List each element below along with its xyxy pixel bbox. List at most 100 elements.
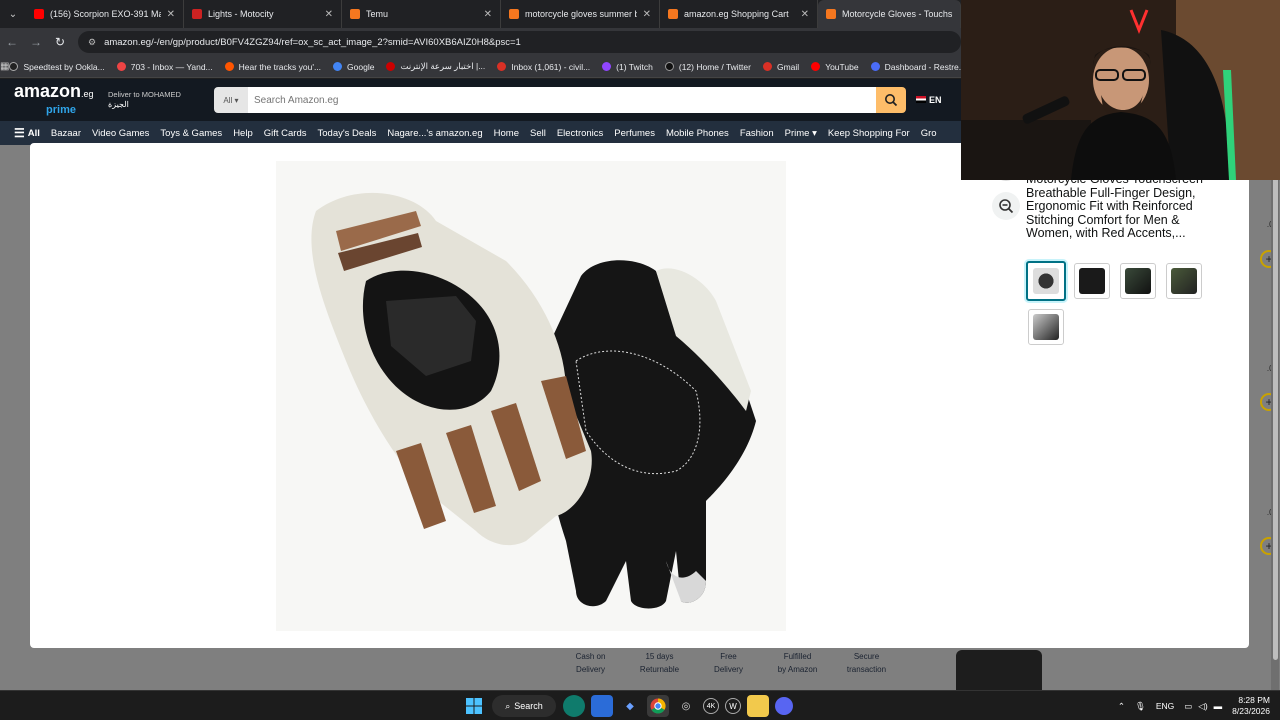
discord-icon[interactable] xyxy=(775,697,793,715)
nav-item[interactable]: Help xyxy=(233,128,253,139)
system-tray: ⌃ 🎙 ENG ▭ ◁) ▬ 8:28 PM 8/23/2026 xyxy=(1118,691,1270,720)
browser-tab[interactable]: Temu ✕ xyxy=(342,0,501,28)
zoom-out-button[interactable] xyxy=(992,192,1020,220)
browser-tab[interactable]: amazon.eg Shopping Cart ✕ xyxy=(660,0,818,28)
language-selector[interactable]: EN xyxy=(916,95,942,105)
deliver-to[interactable]: Deliver to MOHAMED الجيزة xyxy=(108,90,204,110)
back-arrow-icon[interactable]: ← xyxy=(0,35,24,49)
close-icon[interactable]: ✕ xyxy=(484,9,492,20)
nav-item[interactable]: Home xyxy=(494,128,519,139)
thumbnail-image xyxy=(1033,314,1059,340)
taskbar-search[interactable]: ⌕ Search xyxy=(492,695,556,717)
bookmark-label: Speedtest by Ookla... xyxy=(23,61,105,72)
bookmark[interactable]: 703 - Inbox — Yand... xyxy=(116,62,213,72)
amazon-logo[interactable]: amazon.eg prime xyxy=(14,82,94,118)
bookmarks-bar: ▦ Speedtest by Ookla... 703 - Inbox — Ya… xyxy=(0,56,966,78)
badge-line1: Fulfilled xyxy=(783,652,812,661)
nav-item[interactable]: Video Games xyxy=(92,128,149,139)
thumbnail[interactable] xyxy=(1028,309,1064,345)
volume-icon[interactable]: ◁) xyxy=(1198,701,1207,712)
browser-tab[interactable]: Lights - Motocity ✕ xyxy=(184,0,342,28)
chevron-up-icon[interactable]: ⌃ xyxy=(1118,701,1125,712)
network-icon[interactable]: ▭ xyxy=(1184,701,1192,712)
bookmark-label: Google xyxy=(347,61,375,72)
nav-item[interactable]: Perfumes xyxy=(614,128,655,139)
nav-item[interactable]: Toys & Games xyxy=(160,128,222,139)
nav-item[interactable]: Keep Shopping For xyxy=(828,128,910,139)
browser-tab[interactable]: (156) Scorpion EXO-391 Matt B ✕ xyxy=(26,0,184,28)
deliver-line1: Deliver to MOHAMED xyxy=(108,90,181,99)
close-icon[interactable]: ✕ xyxy=(167,9,175,20)
clock[interactable]: 8:28 PM 8/23/2026 xyxy=(1232,695,1270,717)
battery-icon[interactable]: ▬ xyxy=(1214,701,1223,711)
scrollbar-thumb[interactable] xyxy=(1273,160,1278,660)
youtube-icon xyxy=(34,9,44,19)
close-icon[interactable]: ✕ xyxy=(643,9,651,20)
badge-line2: by Amazon xyxy=(777,665,818,674)
nav-item[interactable]: Gift Cards xyxy=(264,128,307,139)
url-text: amazon.eg/-/en/gp/product/B0FV4ZGZ94/ref… xyxy=(104,36,521,48)
windows-logo xyxy=(466,698,482,714)
thumbnail[interactable] xyxy=(1120,263,1156,299)
nav-item[interactable]: Mobile Phones xyxy=(666,128,729,139)
thumbnail-selected[interactable] xyxy=(1026,261,1066,301)
edge-icon[interactable] xyxy=(563,695,585,717)
nav-item[interactable]: Fashion xyxy=(740,128,774,139)
file-explorer-icon[interactable] xyxy=(747,695,769,717)
search-category-select[interactable]: All ▾ xyxy=(214,87,248,113)
browser-tab-active[interactable]: Motorcycle Gloves - Touchscre xyxy=(818,0,961,28)
bookmark[interactable]: Dashboard - Restre... xyxy=(870,62,966,72)
badge-line1: Secure xyxy=(853,652,880,661)
search-input[interactable] xyxy=(248,87,876,113)
forward-arrow-icon[interactable]: → xyxy=(24,35,48,49)
app-diamond-icon[interactable]: ◆ xyxy=(619,695,641,717)
nav-item[interactable]: Bazaar xyxy=(51,128,81,139)
nav-item[interactable]: Prime ▾ xyxy=(785,128,817,139)
thumbnail[interactable] xyxy=(1166,263,1202,299)
badge-line2: Delivery xyxy=(714,665,743,674)
obs-icon[interactable]: ◎ xyxy=(675,695,697,717)
close-icon[interactable]: ✕ xyxy=(801,9,809,20)
bookmark[interactable]: Inbox (1,061) - civil... xyxy=(497,62,590,72)
windows-start-icon[interactable] xyxy=(463,695,485,717)
badge-line2: Delivery xyxy=(576,665,605,674)
badge-line1: 15 days xyxy=(645,652,674,661)
thumbnail[interactable] xyxy=(1074,263,1110,299)
mail-icon[interactable] xyxy=(591,695,613,717)
lang-label: EN xyxy=(929,95,942,105)
microphone-icon[interactable]: 🎙 xyxy=(1135,701,1146,712)
apps-grid-icon[interactable]: ▦ xyxy=(0,61,9,72)
google-icon xyxy=(333,62,343,71)
nav-item[interactable]: Electronics xyxy=(557,128,603,139)
bookmark[interactable]: (1) Twitch xyxy=(602,62,653,72)
chrome-icon[interactable] xyxy=(647,695,669,717)
product-main-image[interactable] xyxy=(276,161,786,631)
nav-item[interactable]: Gro xyxy=(921,128,937,139)
bookmark[interactable]: Google xyxy=(333,62,374,72)
bookmark[interactable]: (12) Home / Twitter xyxy=(664,62,751,72)
site-info-icon[interactable]: ⚙ xyxy=(88,37,96,48)
bookmark[interactable]: Speedtest by Ookla... xyxy=(9,61,105,72)
bookmark[interactable]: YouTube xyxy=(811,62,859,72)
wordpress-icon[interactable]: W xyxy=(725,698,741,714)
amazon-nav: ☰ All Bazaar Video Games Toys & Games Hel… xyxy=(0,121,961,145)
bookmark[interactable]: اختبار سرعة الإنترنت |... xyxy=(386,61,485,72)
bookmark[interactable]: Hear the tracks you'... xyxy=(224,62,321,72)
youtube-icon xyxy=(811,62,821,71)
search-category-label: All xyxy=(223,95,233,105)
yandex-mail-icon xyxy=(116,62,126,71)
search-button[interactable] xyxy=(876,87,906,113)
bookmark[interactable]: Gmail xyxy=(762,62,799,72)
thumbnail-image xyxy=(1079,268,1105,294)
close-icon[interactable]: ✕ xyxy=(325,9,333,20)
all-menu-button[interactable]: ☰ All xyxy=(14,126,40,140)
input-language[interactable]: ENG xyxy=(1156,701,1174,711)
browser-tab[interactable]: motorcycle gloves summer bre ✕ xyxy=(501,0,660,28)
url-input[interactable]: ⚙ amazon.eg/-/en/gp/product/B0FV4ZGZ94/r… xyxy=(78,31,961,53)
nav-item[interactable]: Sell xyxy=(530,128,546,139)
nav-item[interactable]: Nagare...'s amazon.eg xyxy=(387,128,482,139)
tab-search-chevron-icon[interactable]: ⌄ xyxy=(0,0,26,28)
reload-icon[interactable]: ↻ xyxy=(48,35,72,49)
nav-item[interactable]: Today's Deals xyxy=(318,128,377,139)
4k-downloader-icon[interactable]: 4K xyxy=(703,698,719,714)
